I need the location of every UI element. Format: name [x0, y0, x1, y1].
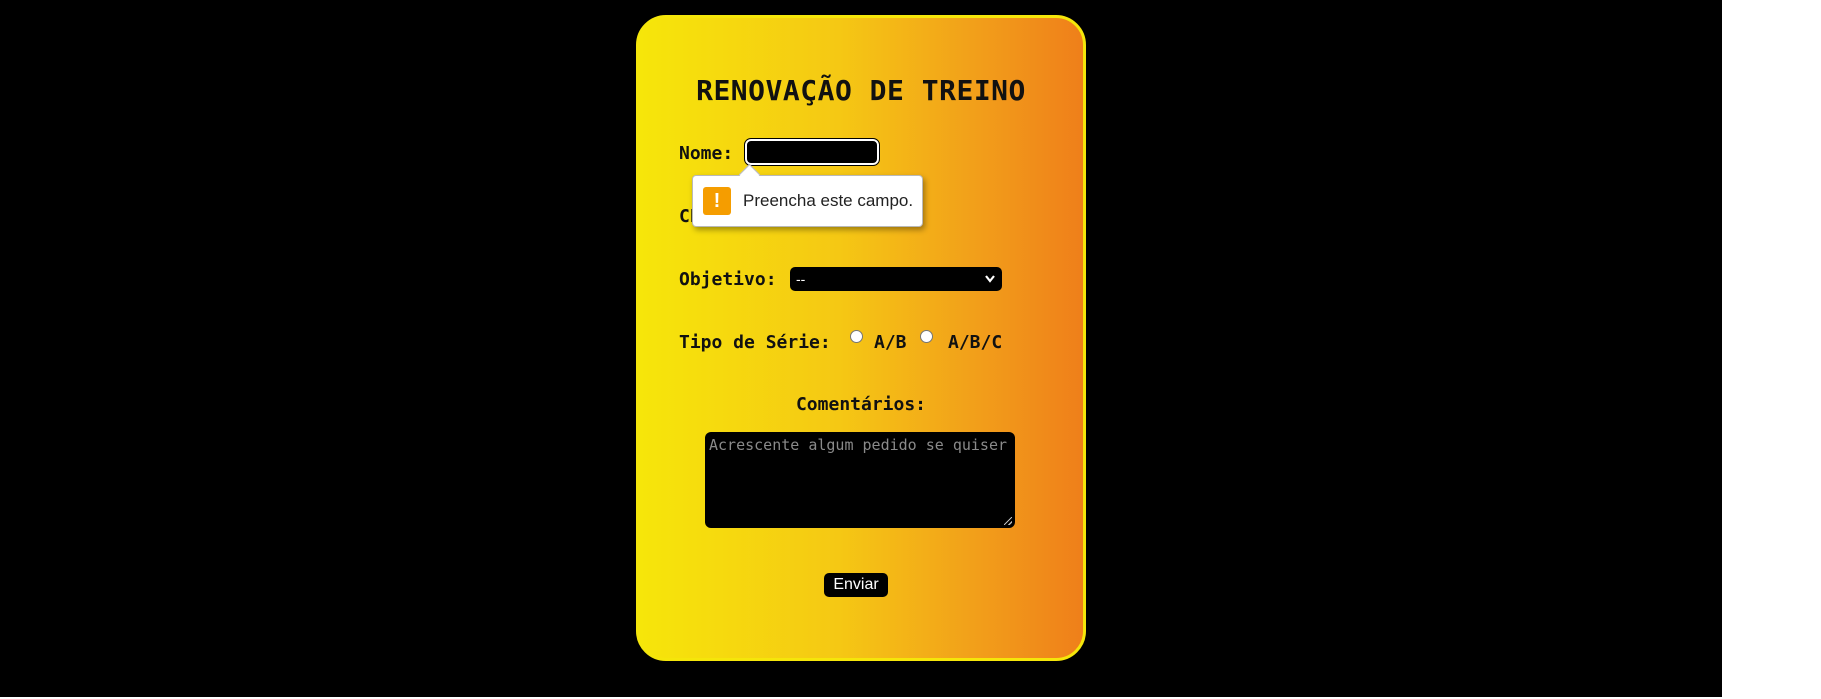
chevron-down-icon — [984, 267, 996, 298]
enviar-button[interactable]: Enviar — [824, 573, 888, 597]
validation-tooltip: ! Preencha este campo. — [692, 163, 923, 227]
validation-message: Preencha este campo. — [743, 191, 914, 210]
comentarios-label: Comentários: — [795, 394, 927, 415]
radio-abc-label: A/B/C — [948, 332, 1003, 353]
nome-label: Nome: — [679, 143, 734, 164]
nome-input[interactable] — [744, 138, 880, 166]
page-background: RENOVAÇÃO DE TREINO Nome: CPF: Objetivo:… — [0, 0, 1722, 697]
warning-icon: ! — [703, 187, 731, 215]
renewal-form-card: RENOVAÇÃO DE TREINO Nome: CPF: Objetivo:… — [636, 15, 1086, 661]
objetivo-selected-value: -- — [796, 271, 806, 287]
comentarios-placeholder: Acrescente algum pedido se quiser — [709, 436, 1008, 454]
resize-handle-icon[interactable] — [1004, 517, 1012, 525]
radio-abc[interactable] — [920, 330, 933, 343]
form-title: RENOVAÇÃO DE TREINO — [696, 74, 1026, 107]
comentarios-textarea[interactable]: Acrescente algum pedido se quiser — [705, 432, 1015, 528]
radio-ab-label: A/B — [874, 332, 907, 353]
tipo-serie-label: Tipo de Série: — [679, 332, 831, 353]
objetivo-select[interactable]: -- — [790, 267, 1002, 291]
radio-ab[interactable] — [850, 330, 863, 343]
objetivo-label: Objetivo: — [679, 269, 777, 290]
